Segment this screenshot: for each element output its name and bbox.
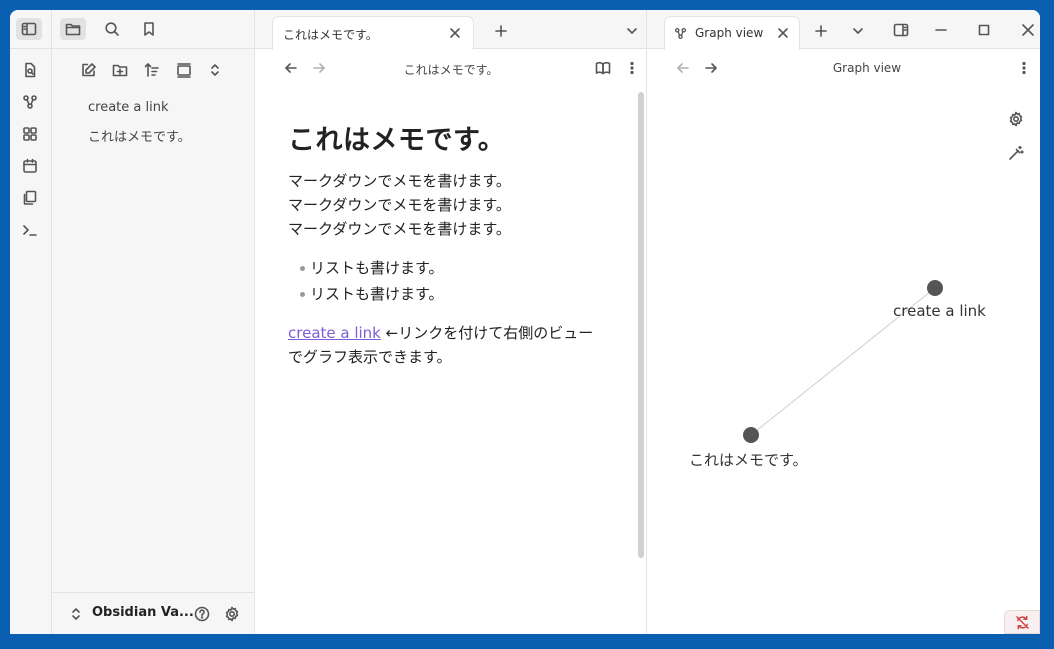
close-window-icon[interactable]: [1015, 19, 1040, 41]
note-heading: これはメモです。: [288, 125, 506, 156]
graph-settings-gear-icon[interactable]: [1003, 108, 1029, 130]
vault-switcher-chevrons-icon[interactable]: [63, 603, 89, 625]
paragraph-line: マークダウンでメモを書けます。: [288, 196, 511, 214]
graph-node-label: create a link: [893, 302, 986, 320]
tab-title: Graph view: [695, 26, 764, 40]
link-paragraph: create a link ←リンクを付けて右側のビュー: [288, 321, 618, 345]
note-title-breadcrumb[interactable]: これはメモです。: [351, 61, 551, 78]
close-tab-icon[interactable]: [772, 22, 794, 44]
back-arrow-icon[interactable]: [278, 57, 304, 79]
vault-name[interactable]: Obsidian Va...: [92, 605, 194, 620]
obsidian-window: create a link これはメモです。 Obsidian Va... これ…: [10, 10, 1040, 634]
more-options-icon[interactable]: [1011, 57, 1037, 79]
graph-node-label: これはメモです。: [689, 451, 808, 469]
templates-copy-icon[interactable]: [17, 187, 43, 209]
editor-nav-bar: これはメモです。: [255, 50, 646, 86]
tab-graph-view[interactable]: Graph view: [664, 16, 800, 50]
link-description: ←リンクを付けて右側のビュー: [380, 324, 594, 342]
new-folder-icon[interactable]: [107, 59, 133, 81]
bookmark-icon[interactable]: [136, 18, 162, 40]
settings-gear-icon[interactable]: [219, 603, 245, 625]
collapse-all-chevrons-icon[interactable]: [202, 59, 228, 81]
forward-arrow-icon[interactable]: [306, 57, 332, 79]
paragraph-line: マークダウンでメモを書けます。: [288, 220, 511, 238]
forward-arrow-icon[interactable]: [698, 57, 724, 79]
reading-view-book-icon[interactable]: [590, 57, 616, 79]
link-description-line-2: でグラフ表示できます。: [288, 348, 452, 366]
new-note-icon[interactable]: [76, 59, 102, 81]
tab-title: これはメモです。: [283, 28, 378, 42]
new-tab-plus-icon[interactable]: [808, 20, 834, 42]
bullet-list: リストも書けます。 リストも書けます。: [288, 255, 618, 307]
daily-note-calendar-icon[interactable]: [17, 155, 43, 177]
file-item-create-a-link[interactable]: create a link: [88, 100, 169, 115]
graph-tab-icon: [669, 22, 691, 44]
new-tab-plus-icon[interactable]: [488, 20, 514, 42]
maximize-window-icon[interactable]: [971, 19, 997, 41]
graph-view-icon[interactable]: [17, 91, 43, 113]
open-quick-switcher-icon[interactable]: [17, 59, 43, 81]
file-explorer-folder-icon[interactable]: [60, 18, 86, 40]
more-options-icon[interactable]: [619, 57, 645, 79]
list-item: リストも書けます。: [288, 281, 618, 307]
command-palette-icon[interactable]: [17, 219, 43, 241]
graph-nav-bar: Graph view: [647, 50, 1040, 86]
vault-switcher-bar: Obsidian Va...: [52, 592, 254, 634]
auto-reveal-file-icon[interactable]: [171, 59, 197, 81]
search-icon[interactable]: [99, 18, 125, 40]
tab-list-chevron-down-icon[interactable]: [619, 20, 645, 42]
help-icon[interactable]: [189, 603, 215, 625]
list-item: リストも書けます。: [288, 255, 618, 281]
graph-view-title: Graph view: [832, 61, 902, 75]
editor-tab-bar: これはメモです。: [255, 10, 646, 50]
sidebar-toggle-icon[interactable]: [16, 18, 42, 40]
minimize-window-icon[interactable]: [928, 19, 954, 41]
right-sidebar-toggle-icon[interactable]: [888, 19, 914, 41]
sync-status-icon[interactable]: [1004, 610, 1040, 634]
editor-scrollbar[interactable]: [638, 92, 644, 558]
sort-order-icon[interactable]: [139, 59, 165, 81]
tab-memo[interactable]: これはメモです。: [272, 16, 474, 50]
left-ribbon: [10, 10, 52, 634]
paragraph-line: マークダウンでメモを書けます。: [288, 172, 511, 190]
file-explorer-sidebar: create a link これはメモです。 Obsidian Va...: [52, 10, 255, 634]
graph-edges: [750, 287, 936, 436]
note-content[interactable]: これはメモです。 マークダウンでメモを書けます。 マークダウンでメモを書けます。…: [288, 118, 618, 369]
canvas-icon[interactable]: [17, 123, 43, 145]
back-arrow-icon[interactable]: [670, 57, 696, 79]
graph-node-create-a-link[interactable]: [927, 280, 943, 296]
editor-pane: これはメモです。 これはメモです。 これはメモです。 マークダウンでメモを書けま…: [255, 10, 647, 634]
tab-list-chevron-down-icon[interactable]: [845, 20, 871, 42]
graph-view-pane: Graph view Graph view create a link これはメ…: [647, 10, 1040, 634]
internal-link-create-a-link[interactable]: create a link: [288, 324, 381, 342]
animate-magic-wand-icon[interactable]: [1003, 142, 1029, 164]
graph-node-memo[interactable]: [743, 427, 759, 443]
close-tab-icon[interactable]: [444, 22, 466, 44]
graph-tab-bar: Graph view: [647, 10, 1040, 50]
file-item-memo[interactable]: これはメモです。: [88, 126, 191, 145]
